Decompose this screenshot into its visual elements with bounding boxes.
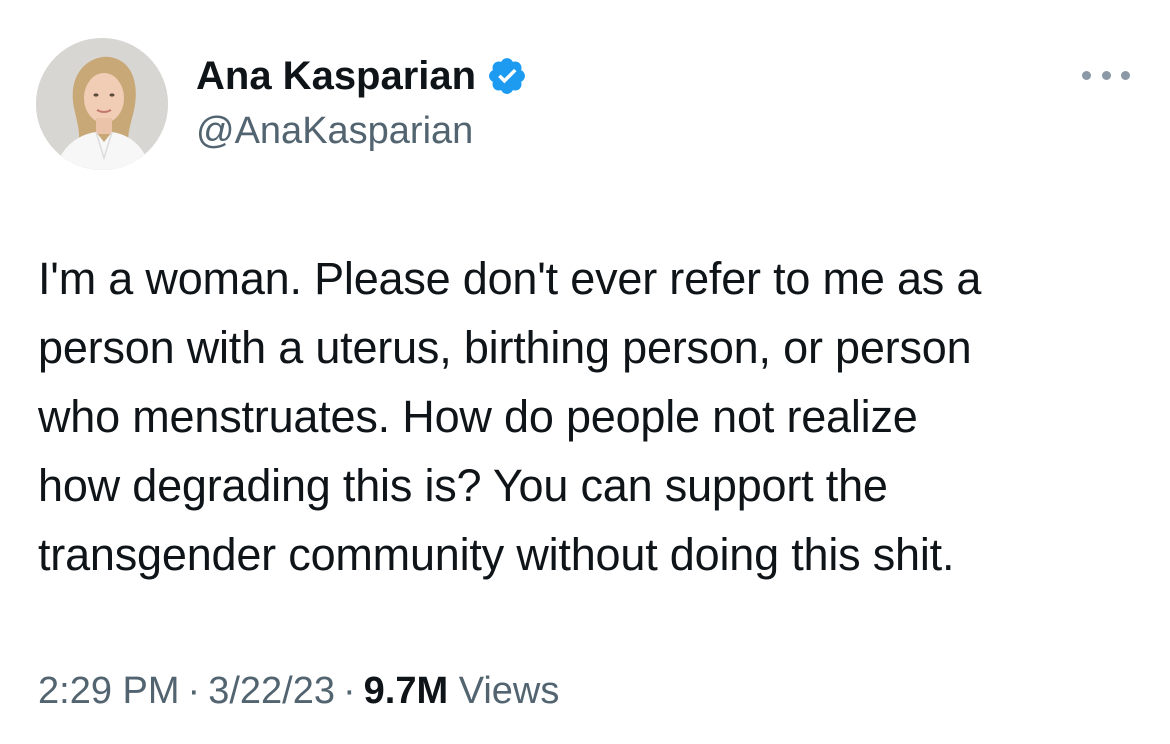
- author-handle[interactable]: @AnaKasparian: [196, 108, 473, 154]
- author-name-text: Ana Kasparian: [196, 54, 477, 98]
- tweet-text-line: who menstruates. How do people not reali…: [38, 391, 918, 442]
- more-dot: [1082, 70, 1091, 80]
- author-name[interactable]: Ana Kasparian: [196, 52, 528, 100]
- more-dot: [1101, 70, 1111, 80]
- tweet-text-line: transgender community without doing this…: [38, 529, 955, 580]
- views-count[interactable]: 9.7M: [364, 670, 448, 712]
- verified-badge-icon: [489, 58, 526, 94]
- tweet-text-line: how degrading this is? You can support t…: [38, 460, 888, 511]
- tweet-date[interactable]: 3/22/23: [208, 670, 335, 712]
- avatar-photo: [36, 38, 168, 170]
- tweet-meta: 2:29 PM · 3/22/23 · 9.7M Views: [38, 668, 559, 714]
- meta-separator: ·: [187, 670, 201, 712]
- tweet-time[interactable]: 2:29 PM: [38, 670, 180, 712]
- views-label: Views: [458, 670, 560, 712]
- more-dot: [1121, 70, 1130, 80]
- tweet-text-line: I'm a woman. Please don't ever refer to …: [38, 253, 982, 304]
- more-options-icon[interactable]: [1082, 60, 1130, 90]
- avatar[interactable]: [36, 38, 168, 170]
- tweet-text: I'm a woman. Please don't ever refer to …: [38, 244, 1138, 589]
- tweet-card: Ana Kasparian @AnaKasparian I'm a woman.…: [0, 0, 1170, 744]
- tweet-text-line: person with a uterus, birthing person, o…: [38, 322, 972, 373]
- meta-separator: ·: [342, 670, 356, 712]
